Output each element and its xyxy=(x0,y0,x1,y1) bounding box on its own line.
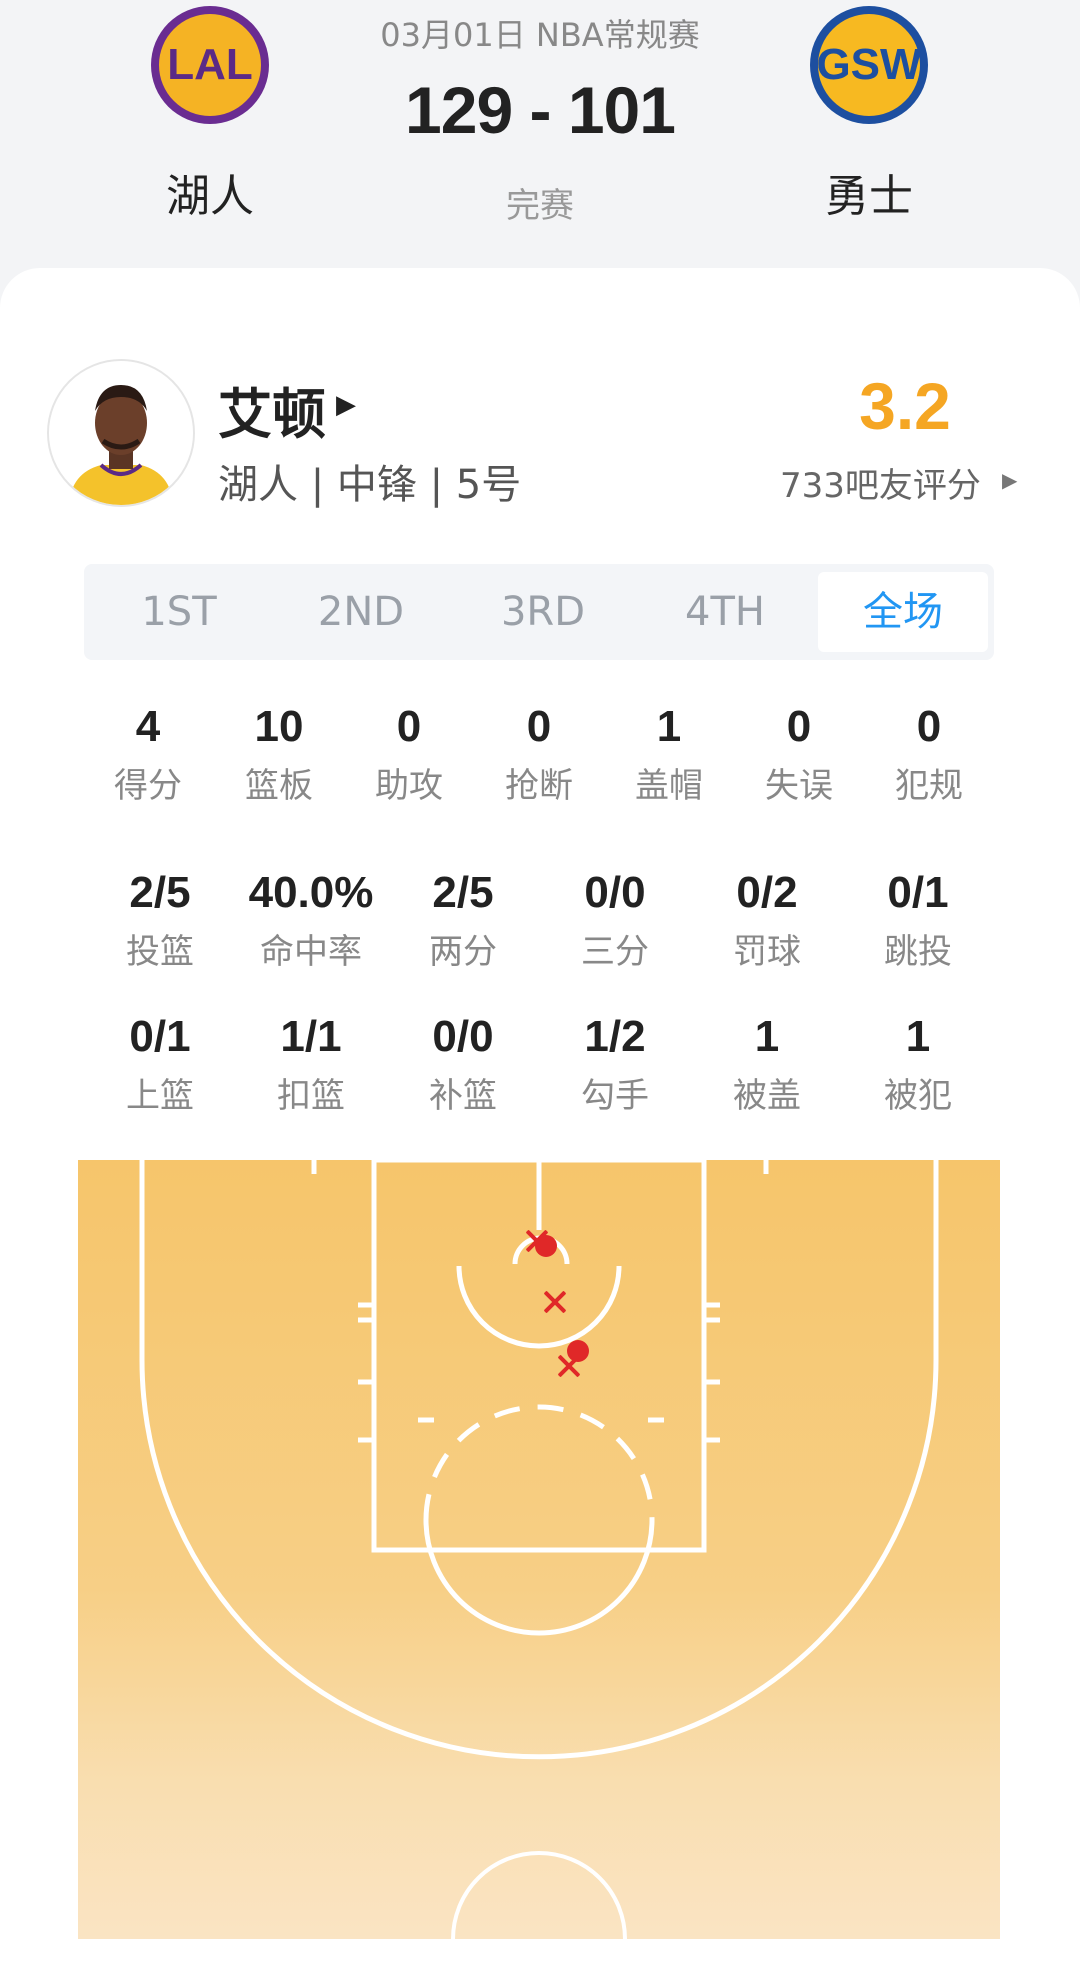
stat-field-goals: 2/5 投篮 xyxy=(80,868,240,973)
missed-shot-marker[interactable] xyxy=(556,1353,582,1379)
stat-label: 勾手 xyxy=(581,1076,649,1116)
stat-label: 两分 xyxy=(429,932,497,972)
away-team-name[interactable]: 勇士 xyxy=(769,160,969,224)
stat-label: 被犯 xyxy=(884,1076,952,1116)
stat-layups: 0/1 上篮 xyxy=(80,1012,240,1117)
stat-label: 犯规 xyxy=(895,766,963,806)
stat-label: 抢断 xyxy=(505,766,573,806)
stat-value: 0 xyxy=(916,702,942,751)
stat-blocked: 1 被盖 xyxy=(687,1012,847,1117)
stat-three-pointers: 0/0 三分 xyxy=(535,868,695,973)
stat-value: 0/0 xyxy=(432,1012,494,1061)
player-name[interactable]: 艾顿 xyxy=(218,370,326,449)
stat-value: 10 xyxy=(254,702,304,751)
stat-fg-percentage: 40.0% 命中率 xyxy=(231,868,391,973)
stat-value: 0 xyxy=(526,702,552,751)
stat-free-throws: 0/2 罚球 xyxy=(687,868,847,973)
stat-steals: 0 抢断 xyxy=(474,702,604,807)
stat-label: 盖帽 xyxy=(635,766,703,806)
tab-full-game[interactable]: 全场 xyxy=(818,572,988,652)
stat-two-pointers: 2/5 两分 xyxy=(383,868,543,973)
stat-tip-ins: 0/0 补篮 xyxy=(383,1012,543,1117)
stat-assists: 0 助攻 xyxy=(344,702,474,807)
stat-fouls: 0 犯规 xyxy=(864,702,994,807)
rating-count-link[interactable]: 733吧友评分 xyxy=(780,458,981,507)
player-info: 湖人 | 中锋 | 5号 xyxy=(218,462,522,508)
tab-2nd[interactable]: 2ND xyxy=(276,564,446,660)
game-date: 03月01日 NBA常规赛 xyxy=(380,16,700,54)
stat-value: 2/5 xyxy=(129,868,191,917)
player-rating: 3.2 xyxy=(859,369,951,443)
lakers-logo-icon[interactable]: LAL xyxy=(151,6,269,124)
stat-label: 扣篮 xyxy=(277,1076,345,1116)
stat-value: 1 xyxy=(905,1012,931,1061)
stat-value: 40.0% xyxy=(248,868,374,917)
missed-shot-marker[interactable] xyxy=(542,1289,568,1315)
stat-label: 助攻 xyxy=(375,766,443,806)
stat-hook-shots: 1/2 勾手 xyxy=(535,1012,695,1117)
stat-value: 0/1 xyxy=(129,1012,191,1061)
caret-right-icon[interactable]: ▶ xyxy=(1002,468,1017,492)
stat-value: 1 xyxy=(656,702,682,751)
tab-3rd[interactable]: 3RD xyxy=(458,564,628,660)
stat-label: 命中率 xyxy=(260,932,362,972)
stat-label: 三分 xyxy=(581,932,649,972)
stat-label: 失误 xyxy=(765,766,833,806)
stat-label: 被盖 xyxy=(733,1076,801,1116)
stat-value: 0/1 xyxy=(887,868,949,917)
stat-value: 1/1 xyxy=(280,1012,342,1061)
stat-value: 1 xyxy=(754,1012,780,1061)
stat-label: 上篮 xyxy=(126,1076,194,1116)
stat-label: 补篮 xyxy=(429,1076,497,1116)
stat-blocks: 1 盖帽 xyxy=(604,702,734,807)
stat-value: 0 xyxy=(786,702,812,751)
stat-turnovers: 0 失误 xyxy=(734,702,864,807)
stat-fouls-drawn: 1 被犯 xyxy=(838,1012,998,1117)
stat-value: 4 xyxy=(135,702,161,751)
stat-dunks: 1/1 扣篮 xyxy=(231,1012,391,1117)
stat-value: 1/2 xyxy=(584,1012,646,1061)
tab-1st[interactable]: 1ST xyxy=(94,564,264,660)
stat-label: 投篮 xyxy=(126,932,194,972)
stat-label: 跳投 xyxy=(884,932,952,972)
game-header: LAL 湖人 03月01日 NBA常规赛 129 - 101 完赛 GSW 勇士 xyxy=(0,0,1080,270)
stat-value: 0/0 xyxy=(584,868,646,917)
stat-jump-shots: 0/1 跳投 xyxy=(838,868,998,973)
stat-label: 得分 xyxy=(114,766,182,806)
court-lines xyxy=(78,1160,1000,1939)
home-team-name[interactable]: 湖人 xyxy=(110,160,310,224)
made-shot-marker[interactable] xyxy=(535,1235,557,1257)
stat-points: 4 得分 xyxy=(83,702,213,807)
player-avatar[interactable] xyxy=(47,359,195,507)
stat-label: 罚球 xyxy=(733,932,801,972)
shot-chart-court xyxy=(78,1160,1000,1939)
game-score: 129 - 101 xyxy=(405,73,676,147)
stat-label: 篮板 xyxy=(245,766,313,806)
warriors-logo-icon[interactable]: GSW xyxy=(810,6,928,124)
stat-rebounds: 10 篮板 xyxy=(214,702,344,807)
stat-value: 0 xyxy=(396,702,422,751)
quarter-tabs: 1ST 2ND 3RD 4TH 全场 xyxy=(84,564,994,660)
tab-4th[interactable]: 4TH xyxy=(640,564,810,660)
stat-value: 0/2 xyxy=(736,868,798,917)
game-status: 完赛 xyxy=(506,186,574,226)
stat-value: 2/5 xyxy=(432,868,494,917)
caret-right-icon[interactable]: ▶ xyxy=(336,390,356,420)
